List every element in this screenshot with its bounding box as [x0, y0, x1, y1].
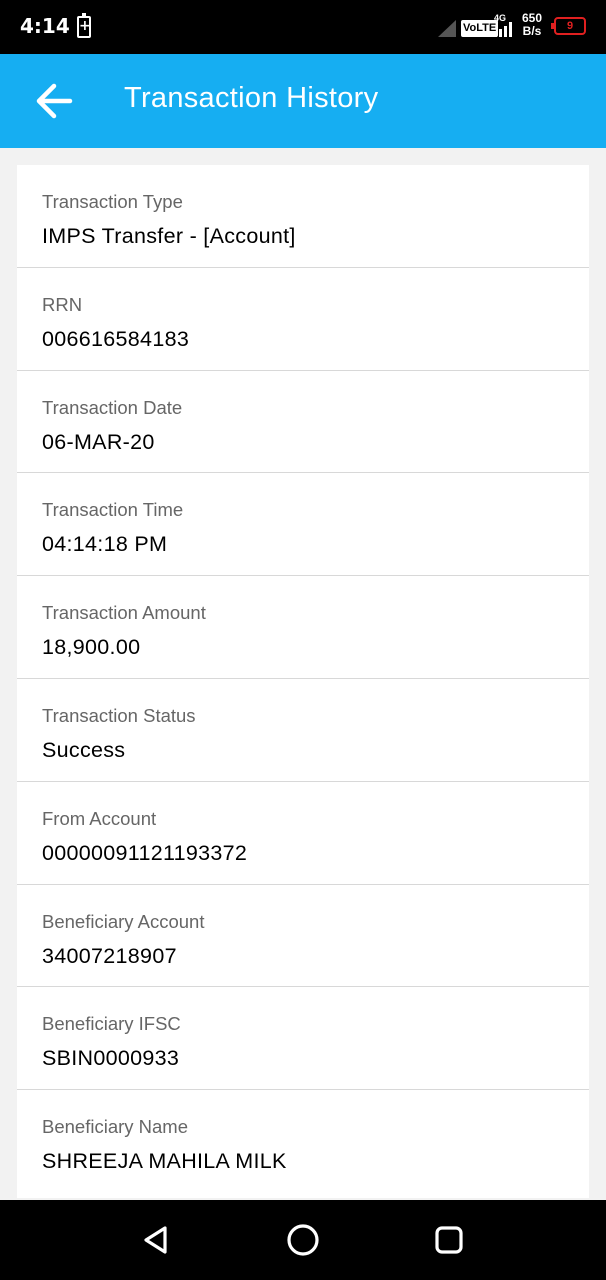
nav-home-button[interactable]	[281, 1218, 325, 1262]
detail-value: Success	[42, 737, 126, 762]
detail-label: Transaction Date	[42, 396, 183, 418]
nav-back-button[interactable]	[135, 1218, 179, 1262]
detail-row-transaction-type: Transaction Type IMPS Transfer - [Accoun…	[17, 165, 589, 268]
detail-value: 06-MAR-20	[42, 429, 155, 454]
detail-value: 00000091121193372	[42, 840, 248, 865]
network-speed: 650 B/s	[522, 12, 542, 38]
detail-label: Beneficiary IFSC	[42, 1013, 181, 1035]
detail-label: RRN	[42, 293, 83, 315]
detail-row-beneficiary-ifsc: Beneficiary IFSC SBIN0000933	[17, 987, 589, 1091]
detail-row-transaction-status: Transaction Status Success	[17, 679, 589, 782]
detail-row-transaction-time: Transaction Time 04:14:18 PM	[17, 473, 589, 577]
network-speed-unit: B/s	[522, 24, 542, 38]
battery-saver-icon	[77, 13, 91, 38]
battery-level: 9	[566, 20, 574, 32]
detail-label: Transaction Status	[42, 704, 196, 726]
detail-value: IMPS Transfer - [Account]	[42, 224, 296, 248]
arrow-left-icon	[36, 83, 73, 119]
detail-row-rrn: RRN 006616584183	[17, 268, 589, 371]
detail-row-beneficiary-name: Beneficiary Name SHREEJA MAHILA MILK	[17, 1090, 589, 1193]
detail-label: Transaction Type	[42, 191, 183, 212]
detail-label: Beneficiary Account	[42, 910, 205, 932]
network-speed-value: 650	[522, 11, 543, 25]
detail-row-from-account: From Account 00000091121193372	[17, 782, 589, 885]
cell-signal-icon	[494, 22, 514, 37]
detail-value: 006616584183	[42, 326, 190, 351]
battery-icon: 9	[551, 17, 586, 35]
page-title: Transaction History	[124, 82, 379, 114]
status-time: 4:14	[20, 14, 70, 38]
detail-label: Transaction Amount	[42, 602, 206, 624]
detail-row-beneficiary-account: Beneficiary Account 34007218907	[17, 885, 589, 988]
transaction-details-card: Transaction Type IMPS Transfer - [Accoun…	[17, 165, 589, 1198]
detail-row-transaction-date: Transaction Date 06-MAR-20	[17, 371, 589, 474]
system-nav-bar	[0, 1200, 606, 1280]
detail-label: Transaction Time	[42, 499, 184, 521]
wifi-signal-icon	[438, 20, 456, 37]
detail-label: Beneficiary Name	[42, 1116, 189, 1138]
detail-value: 18,900.00	[42, 635, 141, 660]
detail-row-transaction-amount: Transaction Amount 18,900.00	[17, 576, 589, 679]
detail-label: From Account	[42, 807, 157, 829]
back-button[interactable]	[28, 76, 80, 126]
volte-badge: VoLTE	[461, 20, 499, 37]
detail-value: 34007218907	[42, 943, 177, 968]
square-recents-icon	[435, 1226, 463, 1254]
detail-value: SBIN0000933	[42, 1046, 180, 1071]
nav-recents-button[interactable]	[427, 1218, 471, 1262]
detail-value: SHREEJA MAHILA MILK	[42, 1149, 287, 1174]
detail-value: 04:14:18 PM	[42, 532, 168, 557]
triangle-back-icon	[144, 1226, 167, 1254]
circle-home-icon	[287, 1224, 319, 1256]
app-bar: Transaction History	[0, 54, 606, 148]
status-bar: 4:14 VoLTE 4G 650 B/s 9	[0, 0, 606, 54]
